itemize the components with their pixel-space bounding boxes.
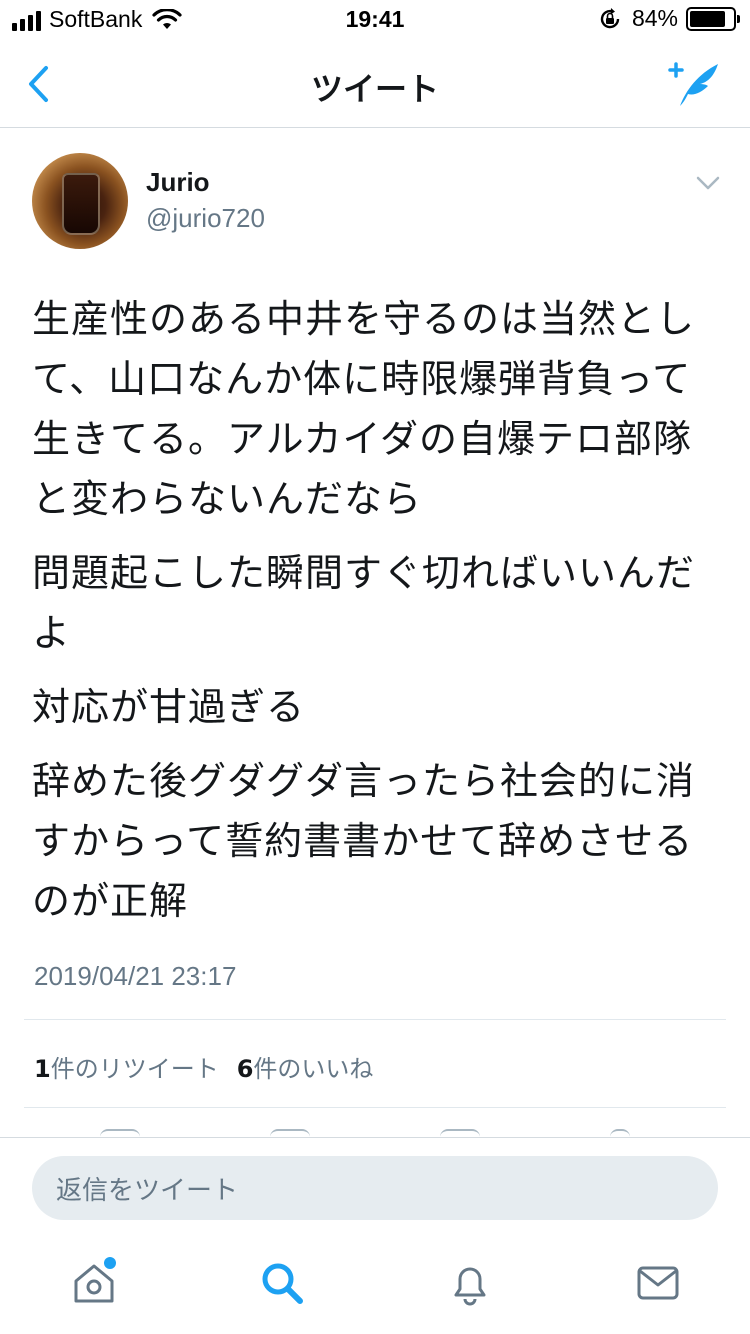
tweet-paragraph: 生産性のある中井を守るのは当然として、山口なんか体に時限爆弾背負って生きてる。ア… <box>32 297 696 521</box>
like-count: 6 <box>236 1055 254 1083</box>
like-stat[interactable]: 6件のいいね <box>237 1049 374 1084</box>
nav-bar: ツイート <box>0 40 750 128</box>
tweet-paragraph: 問題起こした瞬間すぐ切ればいいんだよ <box>32 551 696 655</box>
chevron-down-icon[interactable] <box>696 175 720 191</box>
divider <box>24 1019 726 1020</box>
tab-search[interactable] <box>258 1259 306 1307</box>
messages-icon <box>637 1266 679 1300</box>
avatar[interactable] <box>32 153 128 249</box>
tweet-text: 生産性のある中井を守るのは当然として、山口なんか体に時限爆弾背負って生きてる。ア… <box>32 289 722 945</box>
battery-icon <box>686 6 740 31</box>
orientation-lock-icon <box>600 7 620 28</box>
notification-dot <box>104 1257 116 1269</box>
tab-notifications[interactable] <box>446 1259 494 1307</box>
retweet-stat[interactable]: 1件のリツイート <box>34 1049 219 1084</box>
tab-messages[interactable] <box>634 1259 682 1307</box>
page-title: ツイート <box>310 70 439 108</box>
search-icon <box>262 1263 303 1304</box>
tweet-stats: 1件のリツイート 6件のいいね <box>34 1049 391 1084</box>
retweet-count: 1 <box>34 1055 51 1083</box>
tweet-paragraph: 辞めた後グダグダ言ったら社会的に消すからって誓約書書かせて辞めさせるのが正解 <box>32 759 696 923</box>
user-name[interactable]: Jurio <box>146 167 210 198</box>
notifications-icon <box>454 1267 486 1306</box>
share-action-icon[interactable] <box>610 1129 630 1137</box>
compose-tweet-icon[interactable] <box>668 60 722 110</box>
like-label: 件のいいね <box>253 1055 374 1083</box>
reply-action-icon[interactable] <box>100 1129 140 1137</box>
avatar-photo <box>62 173 100 235</box>
divider <box>24 1107 726 1108</box>
battery-fill <box>690 10 726 27</box>
tweet-timestamp: 2019/04/21 23:17 <box>34 961 237 991</box>
tab-bar <box>0 1237 750 1334</box>
reply-bar: 返信をツイート <box>0 1137 750 1237</box>
tweet-paragraph: 対応が甘過ぎる <box>32 685 306 729</box>
user-handle[interactable]: @jurio720 <box>146 203 265 234</box>
status-bar: SoftBank 19:41 84% <box>0 0 750 40</box>
status-right: 84% <box>598 5 740 32</box>
reply-input[interactable]: 返信をツイート <box>32 1156 718 1220</box>
battery-percent: 84% <box>631 5 678 31</box>
retweet-label: 件のリツイート <box>50 1055 219 1083</box>
retweet-action-icon[interactable] <box>270 1129 310 1137</box>
like-action-icon[interactable] <box>440 1129 480 1137</box>
